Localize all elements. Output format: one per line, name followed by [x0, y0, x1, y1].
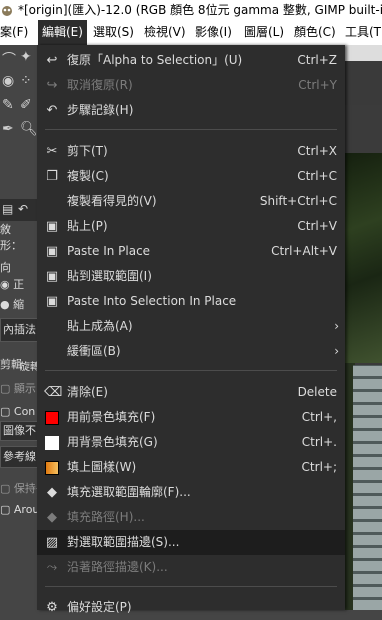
stroke-path-icon: ⤳	[46, 560, 58, 575]
title-bar: *[origin](匯入)-12.0 (RGB 顏色 8位元 gamma 整數,…	[0, 0, 382, 20]
menu-item-stroke-path[interactable]: ⤳ 沿著路徑描邊(K)...	[37, 555, 345, 580]
fill-path-icon: ◆	[47, 510, 57, 525]
menu-item-fill-selection[interactable]: ◆ 填充選取範圍輪廓(F)...	[37, 480, 345, 505]
pattern-swatch-icon	[44, 460, 60, 476]
eye-icon[interactable]: ◉	[2, 73, 14, 89]
zoom-tool-icon[interactable]: 🔍︎	[20, 121, 38, 137]
menu-separator	[45, 586, 337, 587]
menu-separator	[45, 370, 337, 371]
guides-select[interactable]: 參考線	[0, 446, 38, 468]
paste-into-place-icon: ▣	[45, 294, 59, 309]
menu-tools[interactable]: 工具(T)	[341, 20, 382, 45]
copy-icon: ❐	[46, 169, 58, 184]
checkbox-option[interactable]: ▢ 顯示	[0, 380, 36, 396]
menu-edit[interactable]: 編輯(E)	[38, 20, 87, 45]
radio-option[interactable]: ◉ 正	[0, 276, 24, 292]
menu-view[interactable]: 檢視(V)	[140, 20, 190, 45]
edit-menu: ↩ 復原「Alpha to Selection」(U) Ctrl+Z ↪ 取消復…	[37, 45, 345, 615]
tab-icon-2[interactable]: ↶	[18, 202, 28, 216]
menu-item-fill-fg[interactable]: 用前景色填充(F) Ctrl+,	[37, 405, 345, 430]
menu-item-redo[interactable]: ↪ 取消復原(R) Ctrl+Y	[37, 73, 345, 98]
menu-item-fill-pattern[interactable]: 填上圖樣(W) Ctrl+;	[37, 455, 345, 480]
option-label: 形：	[0, 239, 22, 252]
smudge-tool-icon[interactable]: ✐	[20, 97, 32, 113]
chevron-right-icon: ›	[334, 319, 339, 333]
menu-item-copy[interactable]: ❐ 複製(C) Ctrl+C	[37, 164, 345, 189]
menu-item-fill-path[interactable]: ◆ 填充路徑(H)...	[37, 505, 345, 530]
menu-item-copy-visible[interactable]: 複製看得見的(V) Shift+Ctrl+C	[37, 189, 345, 214]
menu-layer[interactable]: 圖層(L)	[240, 20, 288, 45]
clear-icon: ⌫	[44, 385, 63, 400]
option-label: 向	[0, 261, 11, 274]
tab-icon-1[interactable]: ▤	[2, 202, 13, 216]
preferences-icon: ⚙	[46, 600, 58, 615]
scissors-icon: ✂	[46, 144, 58, 159]
menu-item-paste-into-in-place[interactable]: ▣ Paste Into Selection In Place	[37, 289, 345, 314]
menu-item-clear[interactable]: ⌫ 清除(E) Delete	[37, 380, 345, 405]
brush-tool-icon[interactable]: ✎	[2, 97, 14, 113]
ruler	[345, 45, 382, 61]
pen-tool-icon[interactable]: ✒	[2, 121, 14, 137]
menu-item-history[interactable]: ↶ 步驟記錄(H)	[37, 98, 345, 123]
menu-item-paste[interactable]: ▣ 貼上(P) Ctrl+V	[37, 214, 345, 239]
menu-item-fill-bg[interactable]: 用背景色填充(G) Ctrl+.	[37, 430, 345, 455]
paste-into-icon: ▣	[45, 269, 59, 284]
option-label: 敘	[0, 223, 11, 236]
clipping-select[interactable]: 圖像不	[0, 421, 38, 441]
menu-separator	[45, 129, 337, 130]
history-icon: ↶	[46, 103, 58, 118]
window-title: *[origin](匯入)-12.0 (RGB 顏色 8位元 gamma 整數,…	[18, 3, 382, 17]
menu-colors[interactable]: 顏色(C)	[290, 20, 340, 45]
redo-icon: ↪	[46, 78, 58, 93]
dots-icon[interactable]: ⁘	[20, 73, 32, 89]
menu-item-cut[interactable]: ✂ 剪下(T) Ctrl+X	[37, 139, 345, 164]
fg-color-swatch-icon	[44, 410, 60, 426]
toolbox: ⌒ ✦ ◉ ⁘ ✎ ✐ ✒ 🔍︎ ▤ ↶ 敘 形： 向 ◉ 正 ● 縮 內插法 …	[0, 45, 47, 610]
chevron-right-icon: ›	[334, 344, 339, 358]
checkbox-option[interactable]: ▢ Con	[0, 405, 35, 418]
menu-item-buffer[interactable]: 緩衝區(B) ›	[37, 339, 345, 364]
menu-item-paste-into[interactable]: ▣ 貼到選取範圍(I)	[37, 264, 345, 289]
bg-color-swatch-icon	[44, 435, 60, 451]
option-label: 剪輯	[0, 358, 22, 371]
paste-icon: ▣	[45, 219, 59, 234]
canvas-image	[345, 153, 382, 363]
menu-item-paste-as[interactable]: 貼上成為(A) ›	[37, 314, 345, 339]
menu-item-stroke-selection[interactable]: ▨ 對選取範圍描邊(S)...	[37, 530, 345, 555]
undo-icon: ↩	[46, 53, 58, 68]
paste-in-place-icon: ▣	[45, 244, 59, 259]
stroke-selection-icon: ▨	[45, 535, 59, 550]
menu-item-undo[interactable]: ↩ 復原「Alpha to Selection」(U) Ctrl+Z	[37, 48, 345, 73]
interpolation-select[interactable]: 內插法	[0, 318, 38, 342]
menu-select[interactable]: 選取(S)	[89, 20, 138, 45]
fill-selection-icon: ◆	[47, 485, 57, 500]
gimp-app-icon	[2, 6, 12, 16]
tool-options-tabs: ▤ ↶	[0, 199, 40, 221]
radio-option[interactable]: ● 縮	[0, 296, 24, 312]
menu-file[interactable]: 案(F)	[0, 20, 32, 45]
menu-bar: 案(F) 編輯(E) 選取(S) 檢視(V) 影像(I) 圖層(L) 顏色(C)…	[0, 20, 382, 45]
lasso-tool-icon[interactable]: ⌒	[2, 49, 16, 69]
fuzzy-select-icon[interactable]: ✦	[20, 49, 32, 65]
menu-item-preferences[interactable]: ⚙ 偏好設定(P)	[37, 595, 345, 620]
menu-image[interactable]: 影像(I)	[191, 20, 236, 45]
menu-item-paste-in-place[interactable]: ▣ Paste In Place Ctrl+Alt+V	[37, 239, 345, 264]
image-canvas[interactable]	[345, 45, 382, 610]
